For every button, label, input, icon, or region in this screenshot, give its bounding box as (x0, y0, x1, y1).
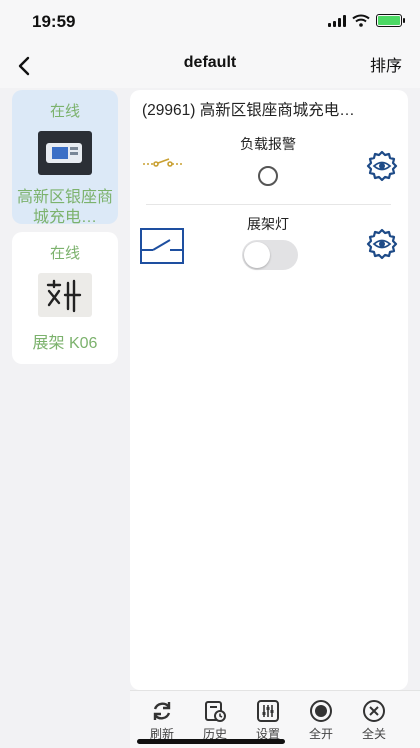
tab-settings[interactable]: 设置 (243, 699, 293, 742)
device-name: 展架 K06 (32, 335, 98, 352)
shelf-light-label: 展架灯 (247, 216, 289, 232)
shelf-light-toggle[interactable] (242, 240, 298, 270)
device-status: 在线 (49, 245, 80, 262)
load-alarm-settings-icon[interactable] (366, 150, 398, 182)
load-alarm-label: 负载报警 (240, 136, 296, 152)
refresh-icon (153, 702, 171, 720)
device-detail-panel: (29961) 高新区银座商城充电… 负载报警 展架灯 (130, 90, 408, 690)
tab-all-on[interactable]: 全开 (296, 699, 346, 742)
tab-refresh[interactable]: 刷新 (137, 699, 187, 742)
sort-button[interactable]: 排序 (370, 52, 402, 76)
status-time: 19:59 (32, 12, 76, 31)
wifi-icon (352, 14, 370, 27)
tab-all-off[interactable]: 全关 (349, 699, 399, 742)
close-circle-icon (363, 700, 385, 722)
nav-bar: default 排序 (0, 44, 420, 88)
device-title: (29961) 高新区银座商城充电… (142, 102, 355, 119)
settings-sliders-icon (257, 700, 279, 722)
device-name: 高新区银座商城充电… (16, 189, 113, 226)
status-bar: 19:59 (0, 0, 420, 44)
status-icons (328, 14, 405, 27)
home-indicator (137, 739, 285, 744)
page-title: default (183, 54, 237, 71)
relay-contact-icon (143, 158, 183, 167)
device-card-1[interactable]: 在线 高新区银座商城充电… (12, 90, 118, 226)
device-sidebar: 在线 高新区银座商城充电… 在线 展架 K06 (0, 88, 128, 748)
device-card-2[interactable]: 在线 展架 K06 (12, 232, 118, 364)
tab-label: 全关 (361, 727, 386, 741)
device-status: 在线 (49, 103, 80, 120)
battery-icon (376, 14, 405, 27)
radio-filled-icon (310, 700, 332, 722)
tab-history[interactable]: 历史 (190, 699, 240, 742)
switch-open-icon (140, 228, 184, 264)
device-thumbnail (38, 273, 92, 317)
shelf-light-settings-icon[interactable] (366, 228, 398, 260)
toggle-knob (244, 242, 270, 268)
tab-label: 全开 (308, 727, 333, 741)
load-alarm-radio[interactable] (258, 166, 278, 186)
row-divider (146, 204, 391, 205)
signal-icon (328, 14, 346, 27)
device-thumbnail (38, 131, 92, 175)
history-icon (205, 701, 226, 722)
